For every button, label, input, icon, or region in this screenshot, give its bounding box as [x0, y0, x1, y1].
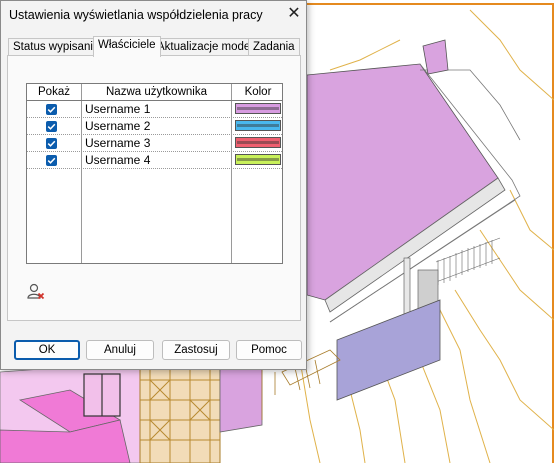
column-header-username[interactable]: Nazwa użytkownika	[82, 84, 231, 100]
tab-owners[interactable]: Właściciele	[93, 36, 161, 57]
checkmark-icon	[47, 157, 56, 164]
table-row[interactable]: Username 2	[27, 118, 282, 135]
checkmark-icon	[47, 123, 56, 130]
color-swatch[interactable]	[235, 120, 281, 131]
show-checkbox[interactable]	[46, 155, 57, 166]
table-row[interactable]: Username 4	[27, 152, 282, 169]
owners-table: Pokaż Nazwa użytkownika Kolor Username 1…	[26, 83, 283, 264]
cancel-button[interactable]: Anuluj	[86, 340, 154, 360]
ok-button[interactable]: OK	[14, 340, 80, 360]
worksharing-display-settings-dialog: Ustawienia wyświetlania współdzielenia p…	[0, 0, 307, 370]
owners-tab-panel: Pokaż Nazwa użytkownika Kolor Username 1…	[7, 55, 301, 321]
username-cell: Username 3	[85, 136, 151, 150]
table-row[interactable]: Username 1	[27, 101, 282, 118]
help-button[interactable]: Pomoc	[236, 340, 302, 360]
username-cell: Username 2	[85, 119, 151, 133]
username-cell: Username 1	[85, 102, 151, 116]
column-header-color[interactable]: Kolor	[232, 84, 282, 100]
close-icon[interactable]: ✕	[283, 4, 305, 24]
show-checkbox[interactable]	[46, 138, 57, 149]
color-swatch[interactable]	[235, 137, 281, 148]
remove-user-icon[interactable]	[26, 283, 46, 301]
tab-checkout-status[interactable]: Status wypisania	[8, 38, 105, 55]
username-cell: Username 4	[85, 153, 151, 167]
column-header-show[interactable]: Pokaż	[27, 84, 81, 100]
table-row[interactable]: Username 3	[27, 135, 282, 152]
apply-button[interactable]: Zastosuj	[162, 340, 230, 360]
color-swatch[interactable]	[235, 103, 281, 114]
checkmark-icon	[47, 140, 56, 147]
show-checkbox[interactable]	[46, 104, 57, 115]
dialog-title: Ustawienia wyświetlania współdzielenia p…	[9, 8, 263, 22]
checkmark-icon	[47, 106, 56, 113]
tab-worksets[interactable]: Zadania	[248, 38, 300, 55]
color-swatch[interactable]	[235, 154, 281, 165]
show-checkbox[interactable]	[46, 121, 57, 132]
